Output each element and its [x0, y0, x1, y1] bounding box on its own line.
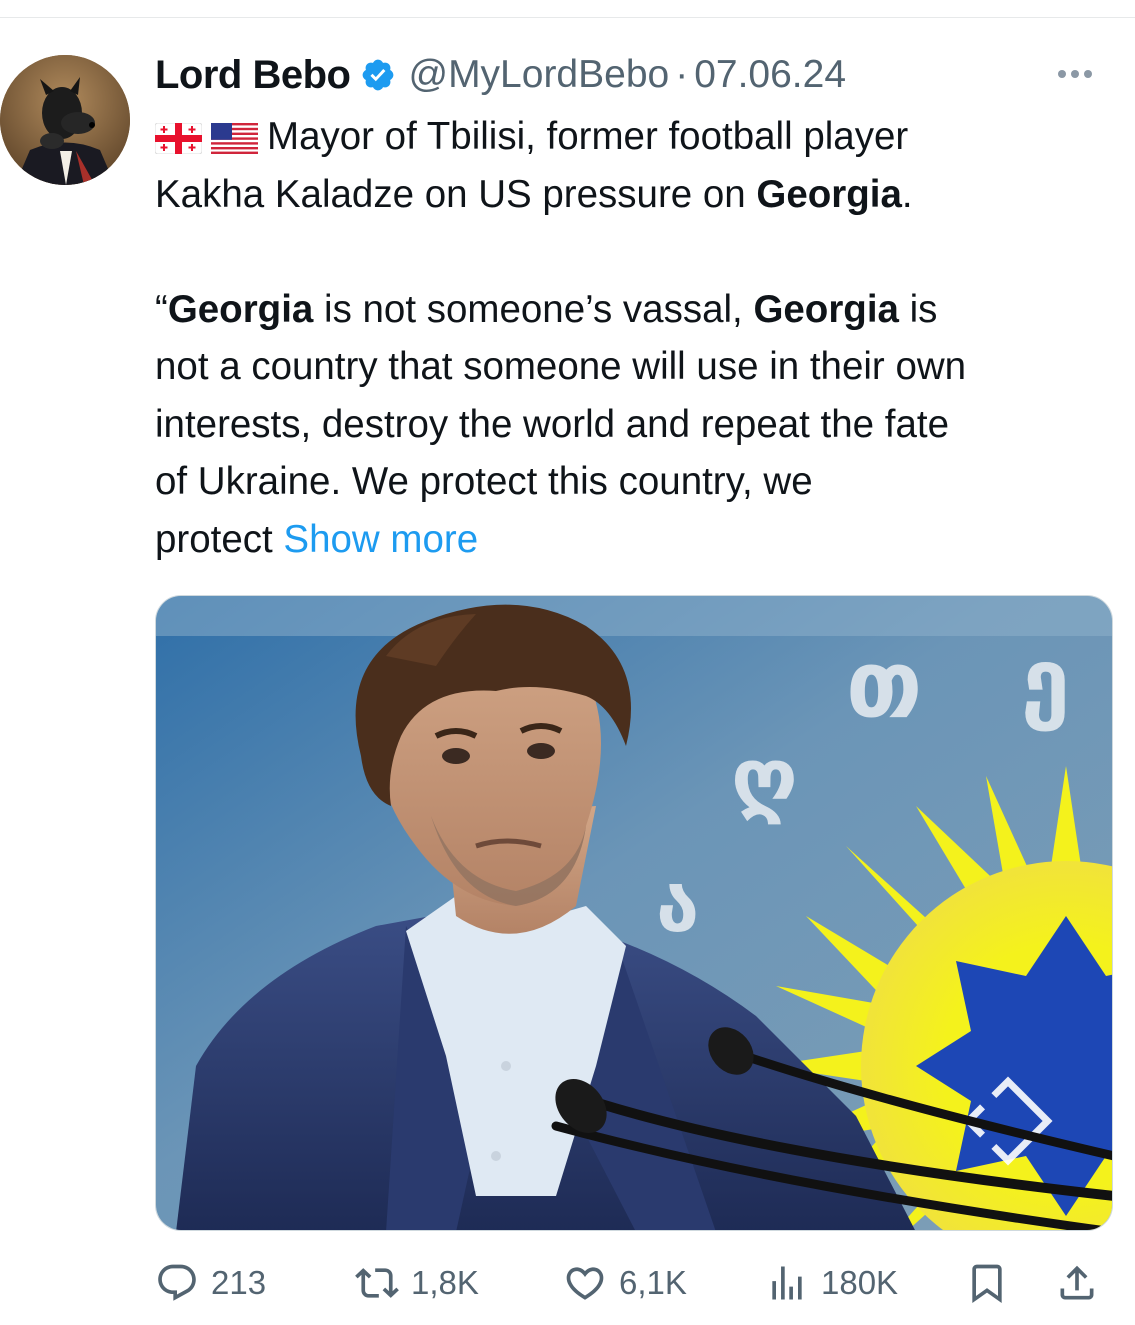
bookmark-icon: [972, 1264, 1002, 1304]
photo-man-at-microphones-icon: თ ე ღ ა: [156, 596, 1112, 1230]
bookmark-button[interactable]: [965, 1255, 1009, 1311]
bold-georgia: Georgia: [753, 287, 899, 331]
more-dots-icon[interactable]: [1058, 62, 1106, 86]
post-header: Lord Bebo @MyLordBebo · 07.06.24: [155, 48, 846, 102]
repost-icon: [355, 1268, 399, 1298]
like-button[interactable]: 6,1K: [563, 1255, 687, 1311]
tweet-line-1-text: Mayor of Tbilisi, former football player: [267, 115, 909, 158]
share-icon: [1060, 1265, 1094, 1300]
georgian-glyph-2: ე: [1021, 629, 1070, 732]
views-chart-icon: [772, 1266, 802, 1300]
author-display-name[interactable]: Lord Bebo: [155, 53, 351, 98]
author-avatar[interactable]: [0, 55, 130, 185]
heart-icon: [566, 1267, 604, 1300]
views-button[interactable]: 180K: [765, 1255, 898, 1311]
georgian-glyph-1: თ: [846, 631, 922, 738]
georgia-flag-icon: [155, 123, 202, 154]
quote-text: is not someone’s vassal,: [313, 287, 754, 331]
bold-georgia: Georgia: [167, 287, 314, 331]
repost-button[interactable]: 1,8K: [355, 1255, 479, 1311]
top-divider: [0, 17, 1135, 18]
quote-line-1: “Georgia is not someone’s vassal, Georgi…: [155, 281, 1130, 339]
quote-line-5: protect Show more: [155, 511, 1130, 569]
post-actions-bar: 213 1,8K 6,1K 180K: [155, 1255, 1110, 1311]
quote-line-3: interests, destroy the world and repeat …: [155, 402, 949, 446]
views-count: 180K: [821, 1264, 899, 1301]
quote-open: “: [155, 287, 168, 331]
quote-text: is: [898, 287, 938, 331]
tweet-line-2-end: .: [901, 172, 913, 216]
quote-text: protect: [155, 517, 284, 561]
like-count: 6,1K: [619, 1264, 687, 1301]
verified-badge-icon: [363, 59, 394, 91]
reply-button[interactable]: 213: [155, 1255, 266, 1311]
tweet-text: Mayor of Tbilisi, former football player…: [155, 108, 1130, 568]
quote-line-4: of Ukraine. We protect this country, we: [155, 460, 813, 503]
repost-count: 1,8K: [411, 1264, 479, 1301]
avatar-dog-portrait-icon: [0, 55, 130, 185]
post-date[interactable]: 07.06.24: [694, 53, 846, 97]
tweet-line-2: Kakha Kaladze on US pressure on Georgia.: [155, 166, 1130, 224]
reply-count: 213: [211, 1264, 267, 1301]
usa-flag-icon: [211, 123, 258, 154]
georgian-glyph-3: ღ: [731, 731, 798, 826]
post-media-image[interactable]: თ ე ღ ა: [155, 595, 1113, 1231]
tweet-line-2-text: Kakha Kaladze on US pressure on: [155, 172, 757, 216]
quote-line-2: not a country that someone will use in t…: [155, 345, 967, 388]
tweet-line-1: Mayor of Tbilisi, former football player: [155, 108, 1130, 166]
header-separator: ·: [675, 53, 689, 96]
show-more-link[interactable]: Show more: [283, 518, 478, 561]
georgian-glyph-4: ა: [656, 860, 699, 950]
reply-icon: [158, 1264, 196, 1301]
bold-georgia: Georgia: [756, 172, 902, 216]
share-button[interactable]: [1055, 1255, 1099, 1311]
author-handle[interactable]: @MyLordBebo: [408, 53, 669, 97]
